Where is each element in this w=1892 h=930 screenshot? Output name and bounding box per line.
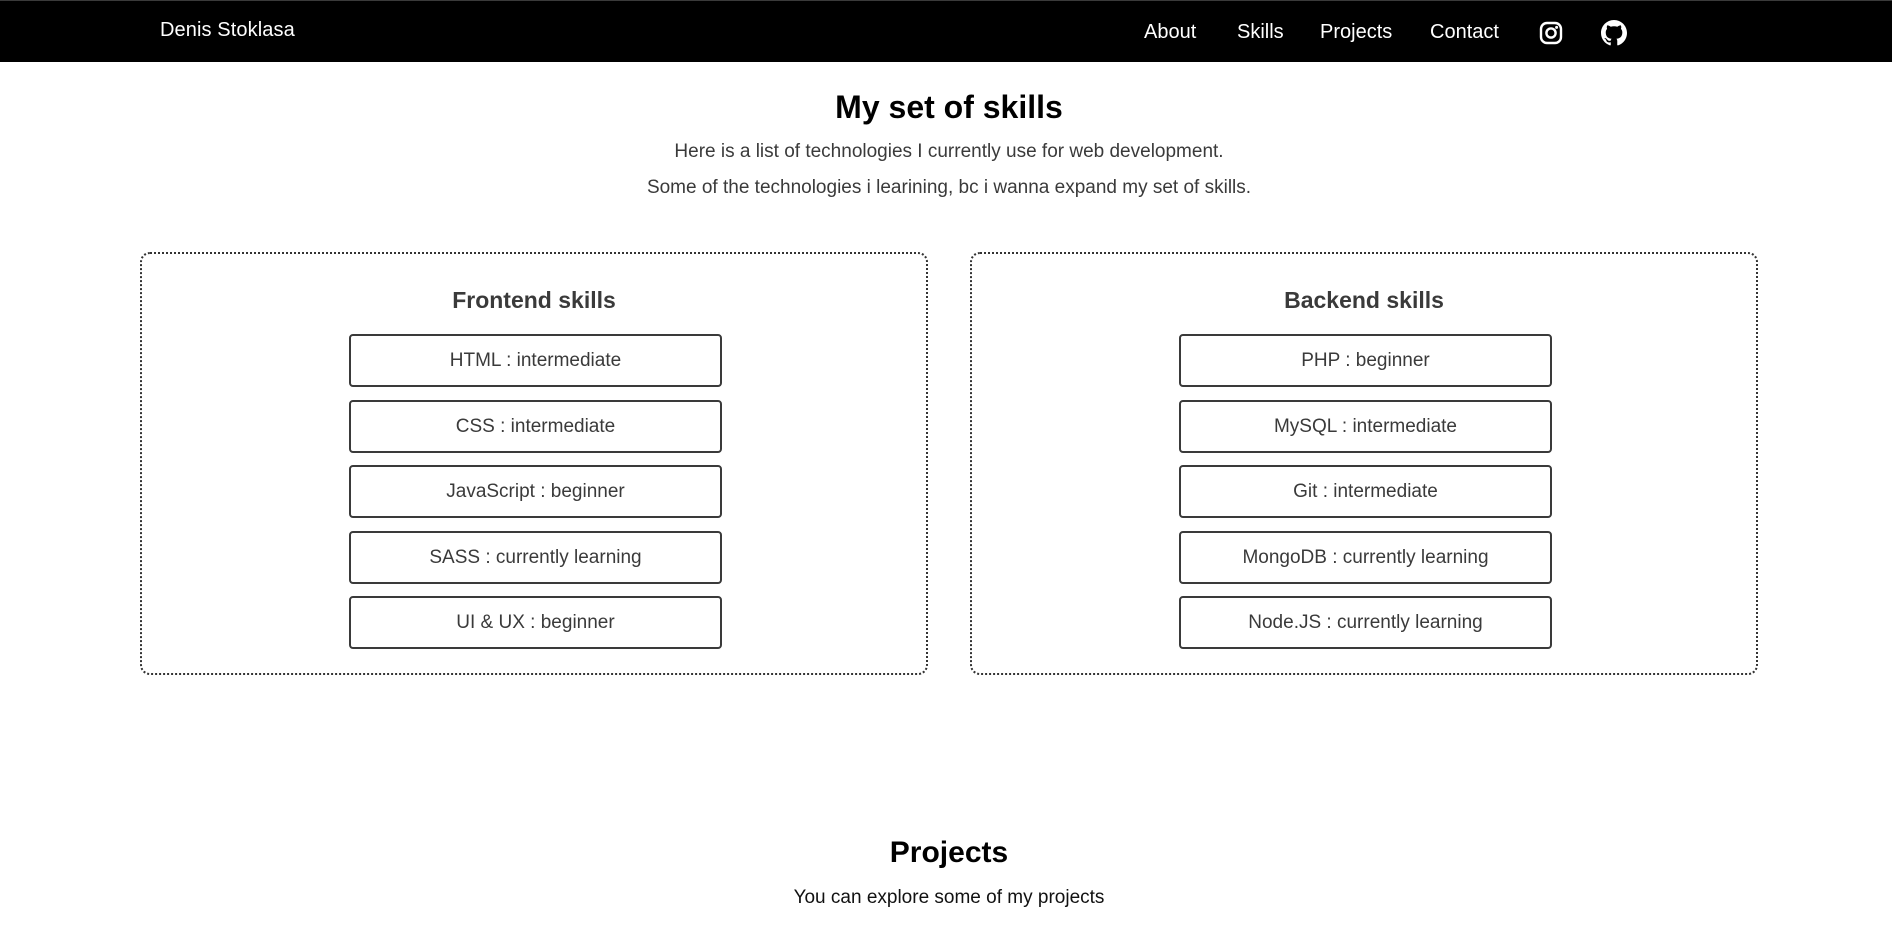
instagram-icon[interactable] <box>1538 20 1564 46</box>
brand-name[interactable]: Denis Stoklasa <box>160 19 295 42</box>
skill-item: SASS : currently learning <box>349 531 722 584</box>
skill-item: UI & UX : beginner <box>349 596 722 649</box>
skills-description-line-2: Some of the technologies i learining, bc… <box>646 177 1252 198</box>
skill-item: PHP : beginner <box>1179 334 1552 387</box>
skill-item: MySQL : intermediate <box>1179 400 1552 453</box>
github-icon-graphic <box>1601 20 1627 46</box>
projects-section-title: Projects <box>889 836 1009 869</box>
skills-section-title: My set of skills <box>835 89 1063 125</box>
instagram-icon-graphic <box>1539 21 1563 45</box>
skill-item: HTML : intermediate <box>349 334 722 387</box>
github-icon[interactable] <box>1601 20 1627 46</box>
skill-item: MongoDB : currently learning <box>1179 531 1552 584</box>
skills-description-line-1: Here is a list of technologies I current… <box>674 141 1224 162</box>
nav-link-skills[interactable]: Skills <box>1237 21 1284 44</box>
skill-item: Git : intermediate <box>1179 465 1552 518</box>
nav-link-projects[interactable]: Projects <box>1320 21 1392 44</box>
skill-item: CSS : intermediate <box>349 400 722 453</box>
frontend-skills-card: Frontend skills HTML : intermediate CSS … <box>140 252 928 675</box>
nav-link-about[interactable]: About <box>1144 21 1196 44</box>
nav-link-contact[interactable]: Contact <box>1430 21 1499 44</box>
projects-description: You can explore some of my projects <box>793 887 1105 908</box>
skill-item: JavaScript : beginner <box>349 465 722 518</box>
frontend-skills-title: Frontend skills <box>452 287 616 313</box>
backend-skills-title: Backend skills <box>1284 287 1444 313</box>
backend-skills-card: Backend skills PHP : beginner MySQL : in… <box>970 252 1758 675</box>
skill-item: Node.JS : currently learning <box>1179 596 1552 649</box>
top-navbar: Denis Stoklasa About Skills Projects Con… <box>0 0 1892 62</box>
